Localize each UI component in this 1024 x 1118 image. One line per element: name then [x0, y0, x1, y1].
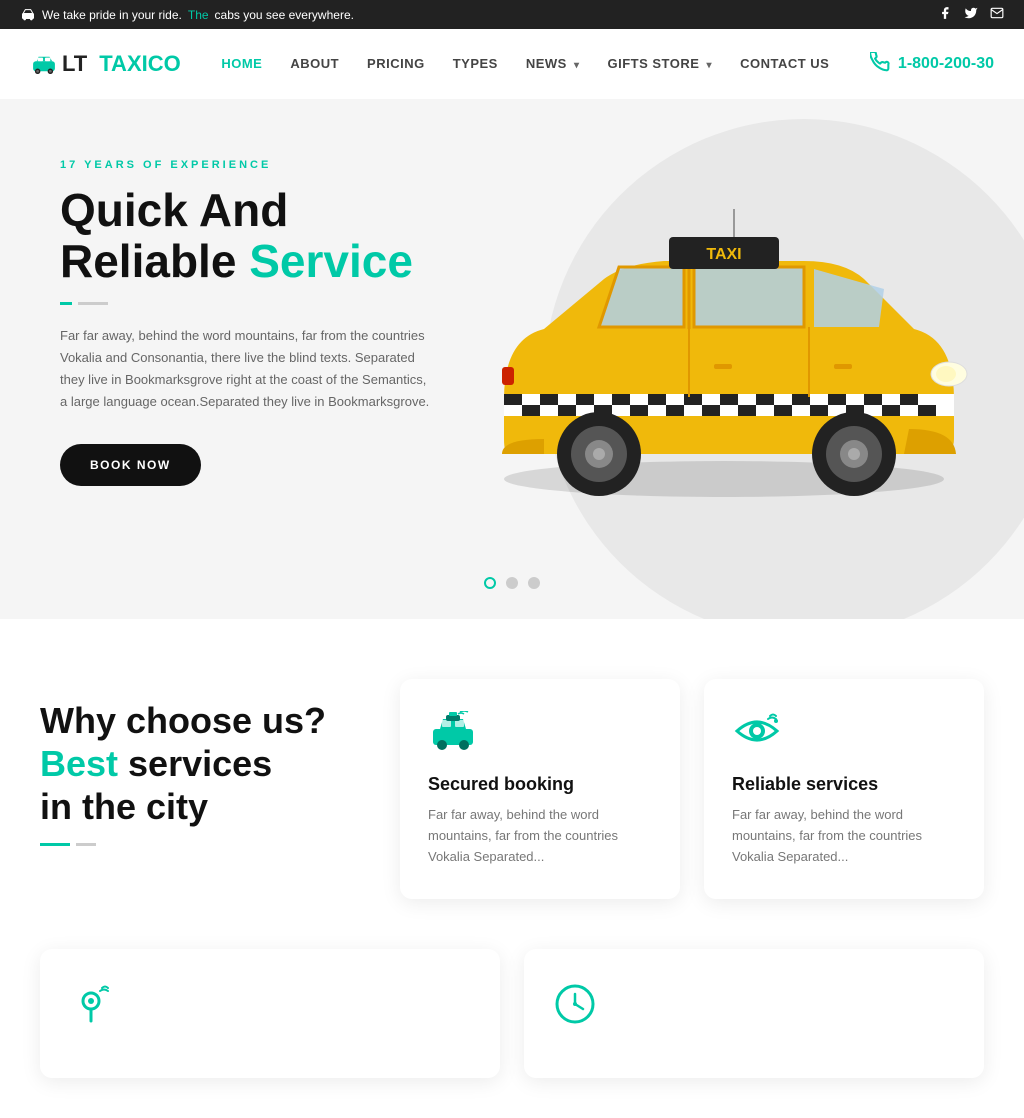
svg-text:TAXI: TAXI: [706, 246, 741, 263]
nav-link-gifts[interactable]: GIFTS STORE ▾: [607, 56, 712, 71]
logo-lt: LT: [62, 51, 87, 77]
feature-card-reliable: Reliable services Far far away, behind t…: [704, 679, 984, 899]
top-bar-message: We take pride in your ride. The cabs you…: [20, 7, 354, 23]
hero-body-text: Far far away, behind the word mountains,…: [60, 325, 430, 413]
twitter-icon[interactable]: [964, 6, 978, 23]
slider-dots: [484, 577, 540, 589]
nav-link-home[interactable]: HOME: [221, 56, 262, 71]
feature-title-booking: Secured booking: [428, 774, 652, 795]
gifts-dropdown-arrow: ▾: [707, 60, 713, 71]
taxi-illustration: TAXI: [444, 179, 1004, 519]
feature-text-booking: Far far away, behind the word mountains,…: [428, 805, 652, 867]
email-icon[interactable]: [990, 6, 1004, 23]
header: LT TAXICO HOME ABOUT PRICING TYPES NEWS …: [0, 29, 1024, 99]
logo[interactable]: LT TAXICO: [30, 51, 181, 77]
clock-icon: [552, 981, 598, 1036]
header-phone: 1-800-200-30: [870, 52, 994, 77]
hero-section: 17 YEARS OF EXPERIENCE Quick And Reliabl…: [0, 99, 1024, 619]
nav-item-gifts[interactable]: GIFTS STORE ▾: [607, 55, 712, 73]
feature-title-reliable: Reliable services: [732, 774, 956, 795]
nav-item-contact[interactable]: CONTACT US: [740, 55, 829, 73]
nav-item-news[interactable]: NEWS ▾: [526, 55, 580, 73]
car-small-icon: [20, 7, 36, 23]
facebook-icon[interactable]: [938, 6, 952, 23]
nav-item-about[interactable]: ABOUT: [290, 55, 339, 73]
logo-taxico: TAXICO: [99, 51, 180, 77]
feature-cards-grid: Secured booking Far far away, behind the…: [400, 679, 984, 899]
map-icon: [68, 981, 114, 1036]
nav-item-pricing[interactable]: PRICING: [367, 55, 425, 73]
logo-taxi-icon: [30, 54, 58, 74]
feature-card-booking: Secured booking Far far away, behind the…: [400, 679, 680, 899]
feature-text-reliable: Far far away, behind the word mountains,…: [732, 805, 956, 867]
nav-link-about[interactable]: ABOUT: [290, 56, 339, 71]
hero-content: 17 YEARS OF EXPERIENCE Quick And Reliabl…: [60, 159, 480, 486]
phone-number: 1-800-200-30: [898, 55, 994, 73]
hero-divider: [60, 302, 480, 305]
hero-car-image: TAXI: [444, 179, 1004, 524]
news-dropdown-arrow: ▾: [574, 60, 580, 71]
main-nav: HOME ABOUT PRICING TYPES NEWS ▾ GIFTS ST…: [221, 55, 829, 73]
features-divider: [40, 843, 360, 846]
features-left-text: Why choose us? Best services in the city: [40, 679, 360, 846]
slider-dot-2[interactable]: [506, 577, 518, 589]
hero-eyebrow: 17 YEARS OF EXPERIENCE: [60, 159, 480, 171]
nav-item-home[interactable]: HOME: [221, 55, 262, 73]
social-icons: [938, 6, 1004, 23]
hero-title: Quick And Reliable Service: [60, 185, 480, 286]
nav-link-types[interactable]: TYPES: [453, 56, 498, 71]
nav-link-contact[interactable]: CONTACT US: [740, 56, 829, 71]
partial-card-2: [524, 949, 984, 1078]
taxi-icon: [428, 711, 652, 760]
reliable-icon: [732, 711, 956, 760]
nav-link-pricing[interactable]: PRICING: [367, 56, 425, 71]
slider-dot-3[interactable]: [528, 577, 540, 589]
top-bar: We take pride in your ride. The cabs you…: [0, 0, 1024, 29]
slider-dot-1[interactable]: [484, 577, 496, 589]
features-section: Why choose us? Best services in the city: [0, 619, 1024, 959]
book-now-button[interactable]: BOOK NOW: [60, 444, 201, 486]
nav-link-news[interactable]: NEWS ▾: [526, 56, 580, 71]
partial-card-1: [40, 949, 500, 1078]
bottom-partial-cards: [0, 949, 1024, 1118]
features-left-title: Why choose us? Best services in the city: [40, 699, 360, 829]
phone-icon: [870, 52, 890, 77]
nav-item-types[interactable]: TYPES: [453, 55, 498, 73]
